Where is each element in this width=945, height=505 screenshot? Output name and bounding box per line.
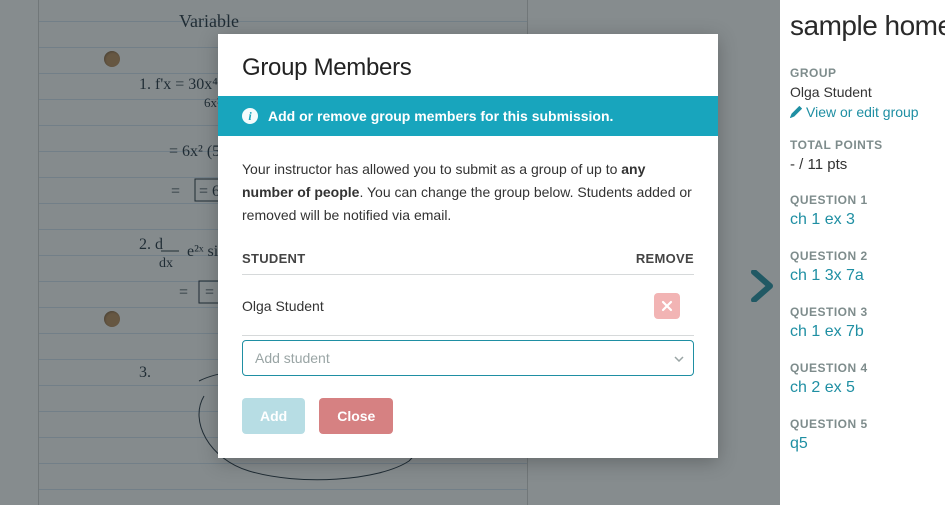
question-block: QUESTION 1 ch 1 ex 3 bbox=[790, 193, 945, 229]
close-icon bbox=[661, 300, 673, 312]
group-label: GROUP bbox=[790, 66, 945, 80]
remove-column-header: REMOVE bbox=[636, 251, 694, 266]
total-points-label: TOTAL POINTS bbox=[790, 138, 945, 152]
group-members-modal: Group Members i Add or remove group memb… bbox=[218, 34, 718, 458]
edit-group-link[interactable]: View or edit group bbox=[790, 104, 945, 120]
info-icon: i bbox=[242, 108, 258, 124]
question-label: QUESTION 2 bbox=[790, 249, 945, 263]
question-label: QUESTION 1 bbox=[790, 193, 945, 207]
points-display: - / 11 pts bbox=[790, 156, 945, 173]
question-link[interactable]: ch 1 ex 3 bbox=[790, 211, 945, 229]
question-label: QUESTION 5 bbox=[790, 417, 945, 431]
question-block: QUESTION 2 ch 1 3x 7a bbox=[790, 249, 945, 285]
add-button[interactable]: Add bbox=[242, 398, 305, 434]
question-label: QUESTION 3 bbox=[790, 305, 945, 319]
remove-student-button[interactable] bbox=[654, 293, 680, 319]
close-button[interactable]: Close bbox=[319, 398, 393, 434]
add-student-input[interactable] bbox=[242, 340, 694, 376]
question-link[interactable]: ch 1 3x 7a bbox=[790, 267, 945, 285]
assignment-title: sample home bbox=[790, 10, 945, 42]
modal-info-bar: i Add or remove group members for this s… bbox=[218, 96, 718, 136]
question-block: QUESTION 5 q5 bbox=[790, 417, 945, 453]
group-name: Olga Student bbox=[790, 84, 945, 100]
student-row: Olga Student bbox=[242, 275, 694, 335]
question-link[interactable]: q5 bbox=[790, 435, 945, 453]
sidebar: sample home GROUP Olga Student View or e… bbox=[780, 0, 945, 505]
pencil-icon bbox=[790, 106, 802, 118]
question-label: QUESTION 4 bbox=[790, 361, 945, 375]
student-column-header: STUDENT bbox=[242, 251, 306, 266]
modal-description: Your instructor has allowed you to submi… bbox=[242, 158, 694, 227]
question-block: QUESTION 4 ch 2 ex 5 bbox=[790, 361, 945, 397]
student-name: Olga Student bbox=[242, 298, 324, 314]
modal-title: Group Members bbox=[218, 34, 718, 96]
question-link[interactable]: ch 1 ex 7b bbox=[790, 323, 945, 341]
question-link[interactable]: ch 2 ex 5 bbox=[790, 379, 945, 397]
question-block: QUESTION 3 ch 1 ex 7b bbox=[790, 305, 945, 341]
